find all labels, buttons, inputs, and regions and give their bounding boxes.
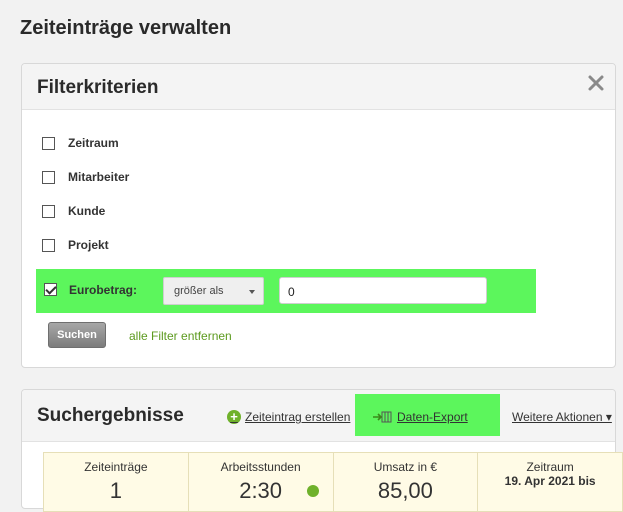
stat-revenue: Umsatz in € 85,00 [334, 453, 479, 511]
status-dot-icon [306, 485, 319, 497]
stat-value: 85,00 [377, 478, 433, 503]
export-icon [373, 411, 392, 423]
filter-panel-header: Filterkriterien [22, 64, 615, 110]
stat-label: Zeiteinträge [84, 460, 148, 474]
more-actions-dropdown[interactable]: Weitere Aktionen ▾ [512, 410, 612, 424]
results-panel-title: Suchergebnisse [37, 405, 184, 426]
page-title: Zeiteinträge verwalten [20, 17, 232, 39]
stat-label: Zeitraum [526, 460, 574, 474]
results-summary: Zeiteinträge 1 Arbeitsstunden 2:30 Umsat… [43, 452, 623, 512]
eurobetrag-input-value: 0 [288, 285, 295, 299]
filter-row-mitarbeiter: Mitarbeiter [22, 165, 615, 189]
zeitraum-label: Zeitraum [68, 136, 119, 150]
mitarbeiter-label: Mitarbeiter [68, 170, 130, 184]
stat-value: 1 [109, 478, 122, 503]
plus-circle-icon: + [227, 410, 241, 424]
remove-all-filters-link[interactable]: alle Filter entfernen [129, 329, 232, 343]
stat-period: Zeitraum 19. Apr 2021 bis [478, 453, 622, 511]
projekt-label: Projekt [68, 238, 109, 252]
create-time-entry-link[interactable]: + Zeiteintrag erstellen [227, 410, 350, 424]
filter-row-zeitraum: Zeitraum [22, 131, 615, 155]
eurobetrag-filter-row: Eurobetrag: größer als 0 [36, 269, 536, 313]
stat-label: Umsatz in € [373, 460, 438, 474]
operator-select-value: größer als [174, 285, 224, 297]
data-export-label: Daten-Export [397, 410, 468, 424]
operator-select[interactable]: größer als [163, 277, 264, 305]
search-button[interactable]: Suchen [48, 322, 106, 348]
data-export-link[interactable]: Daten-Export [372, 410, 468, 424]
filter-panel: Filterkriterien Zeitraum Mitarbeiter Kun… [21, 63, 616, 368]
zeitraum-checkbox[interactable] [42, 136, 55, 150]
stat-work-hours: Arbeitsstunden 2:30 [189, 453, 334, 511]
stat-value: 19. Apr 2021 bis [504, 474, 596, 488]
stat-time-entries: Zeiteinträge 1 [44, 453, 189, 511]
results-panel-header: Suchergebnisse + Zeiteintrag erstellen D… [22, 390, 615, 442]
eurobetrag-checkbox[interactable] [44, 283, 57, 296]
eurobetrag-label: Eurobetrag: [69, 283, 138, 297]
filter-panel-title: Filterkriterien [37, 77, 159, 98]
stat-label: Arbeitsstunden [220, 460, 301, 474]
close-icon[interactable] [587, 74, 605, 92]
filter-row-kunde: Kunde [22, 199, 615, 223]
chevron-down-icon [249, 290, 255, 294]
eurobetrag-input[interactable]: 0 [279, 277, 487, 304]
create-time-entry-label: Zeiteintrag erstellen [245, 410, 351, 424]
results-panel: Suchergebnisse + Zeiteintrag erstellen D… [21, 389, 623, 512]
kunde-label: Kunde [68, 204, 106, 218]
kunde-checkbox[interactable] [42, 204, 55, 218]
filter-row-projekt: Projekt [22, 233, 615, 257]
mitarbeiter-checkbox[interactable] [42, 170, 55, 184]
projekt-checkbox[interactable] [42, 238, 55, 252]
